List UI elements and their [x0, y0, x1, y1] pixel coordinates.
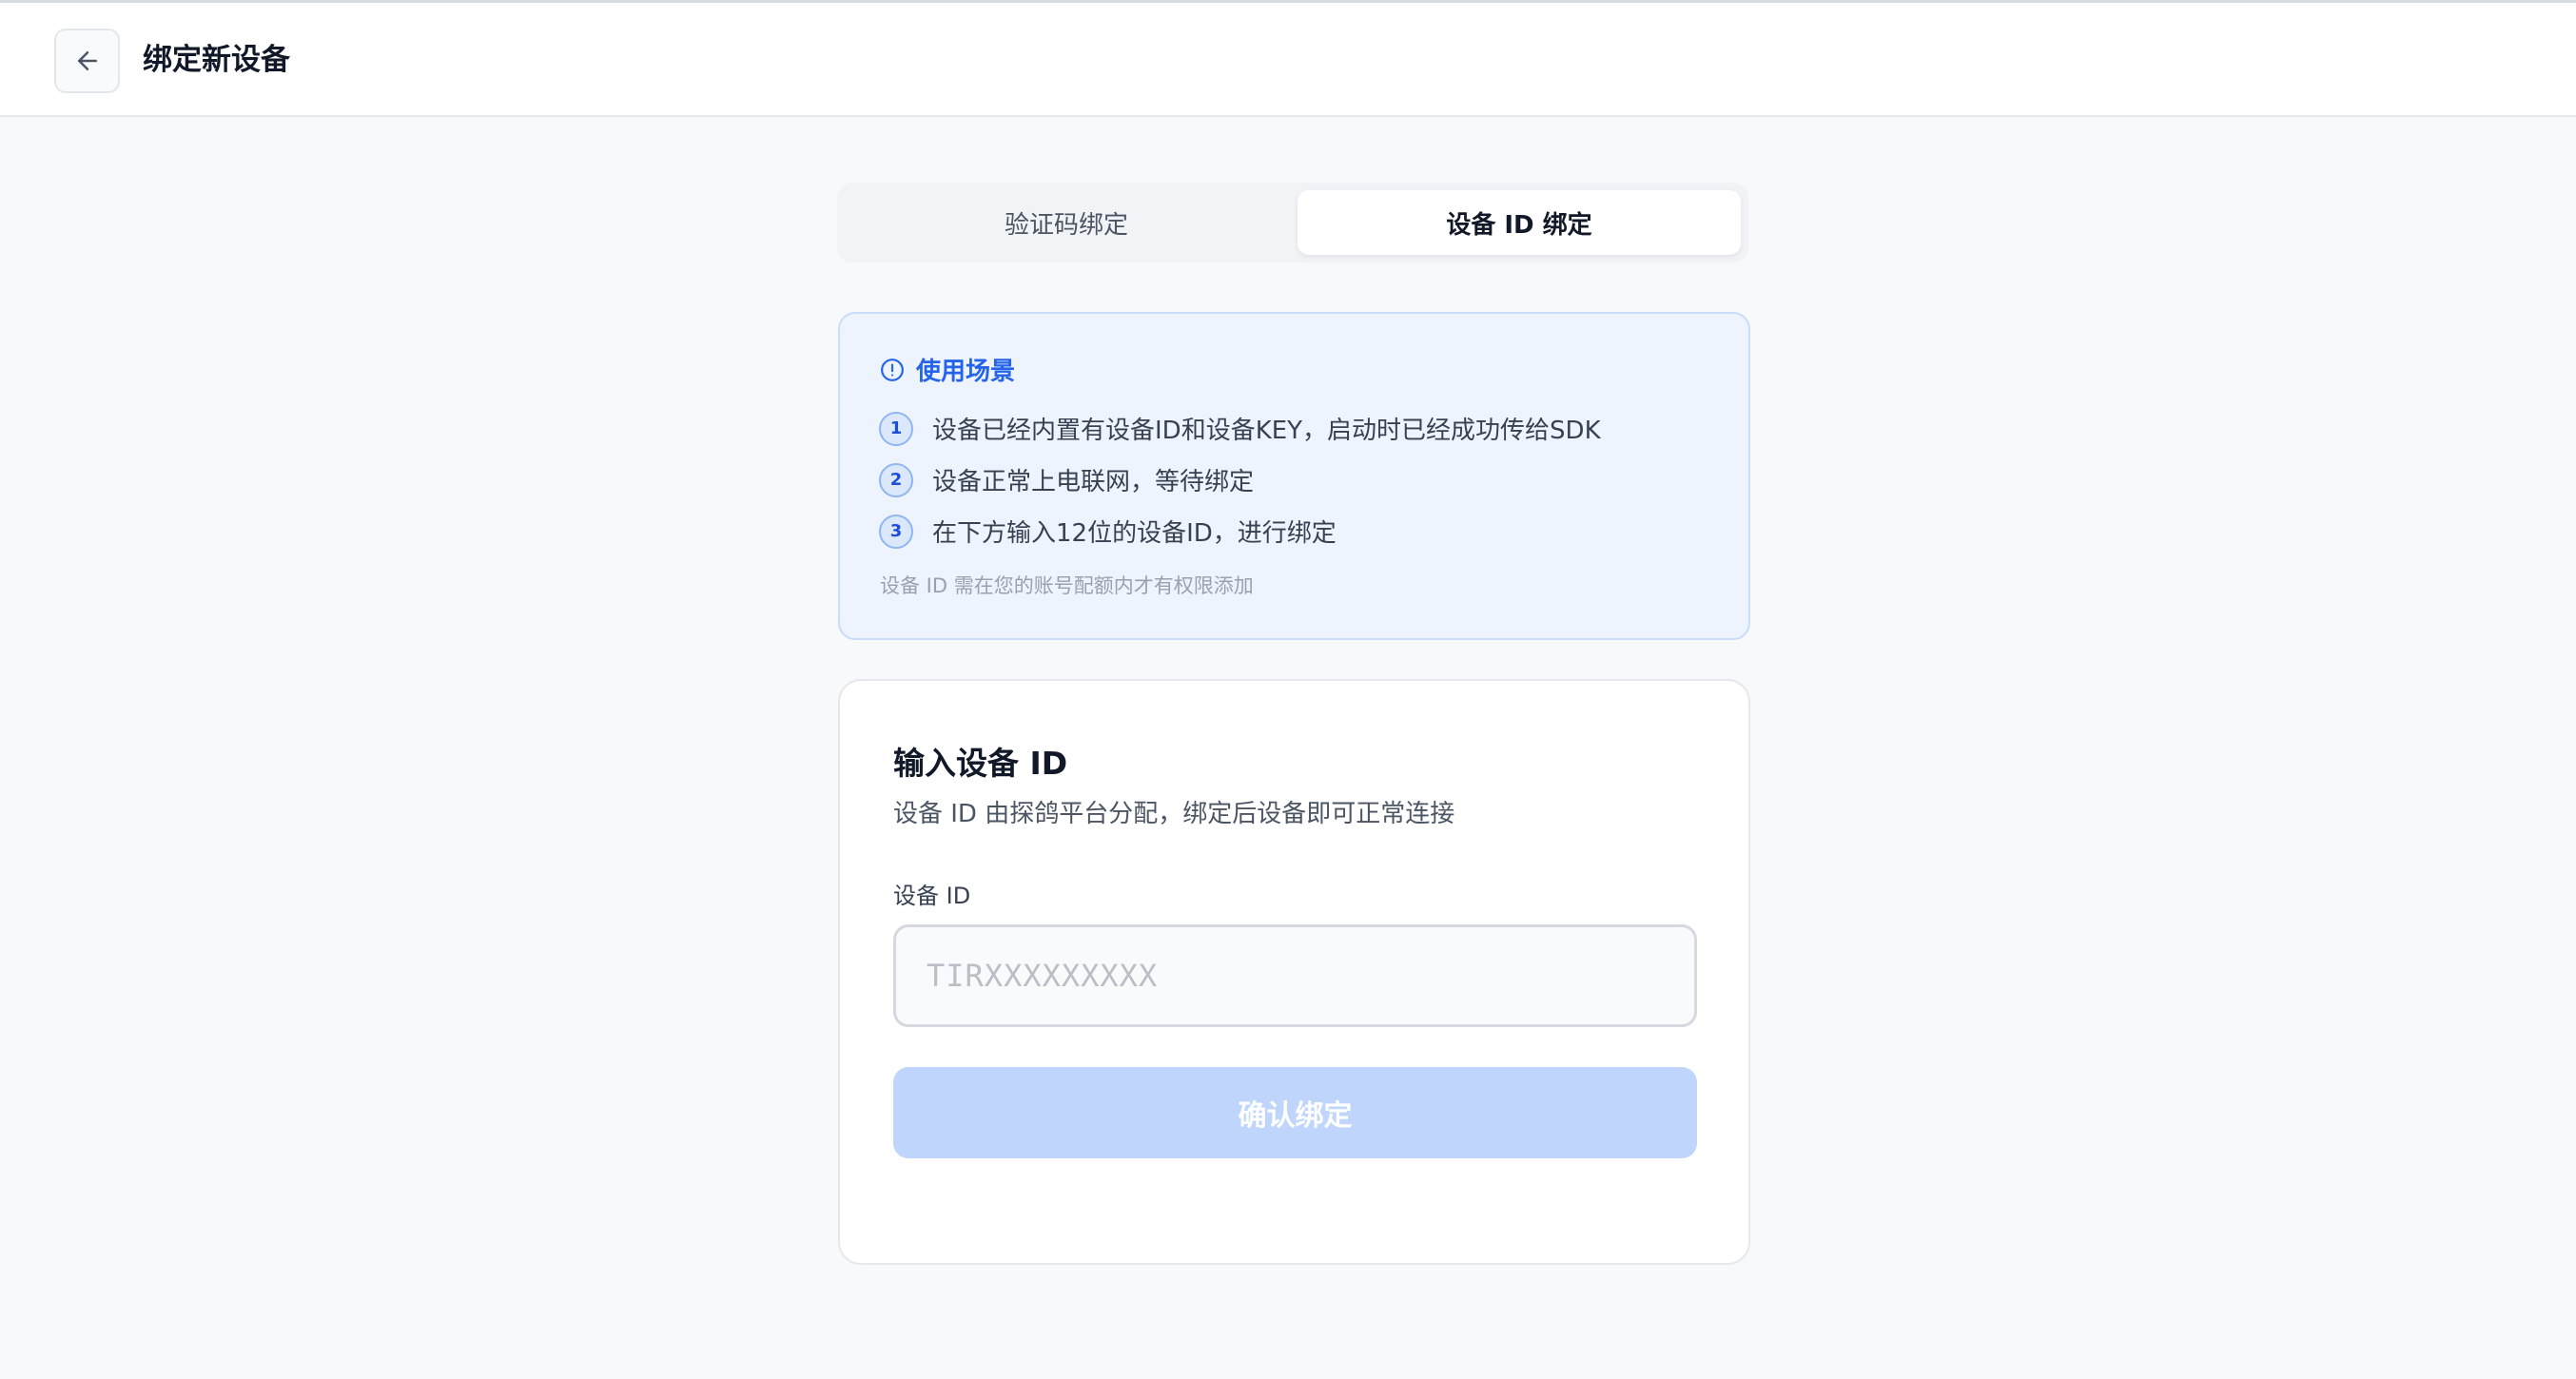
device-id-label: 设备 ID	[893, 883, 971, 909]
scenario-step: 3 在下方输入12位的设备ID，进行绑定	[879, 514, 1337, 549]
tab-verification-code[interactable]: 验证码绑定	[845, 190, 1288, 255]
scenario-step: 2 设备正常上电联网，等待绑定	[879, 462, 1254, 497]
quota-note: 设备 ID 需在您的账号配额内才有权限添加	[880, 574, 1254, 597]
tab-device-id[interactable]: 设备 ID 绑定	[1298, 190, 1741, 255]
info-circle-icon	[881, 358, 904, 381]
confirm-bind-button[interactable]: 确认绑定	[893, 1067, 1697, 1158]
step-number: 1	[879, 411, 913, 446]
form-title: 输入设备 ID	[893, 745, 1068, 782]
step-number: 2	[879, 462, 913, 497]
arrow-left-icon	[77, 51, 97, 70]
device-id-input[interactable]	[893, 924, 1697, 1027]
device-id-form-card: 输入设备 ID 设备 ID 由探鸽平台分配，绑定后设备即可正常连接 设备 ID …	[838, 679, 1750, 1265]
bind-method-tabs: 验证码绑定 设备 ID 绑定	[837, 183, 1748, 262]
form-subtitle: 设备 ID 由探鸽平台分配，绑定后设备即可正常连接	[893, 800, 1455, 828]
step-text: 在下方输入12位的设备ID，进行绑定	[932, 519, 1337, 548]
usage-scenario-title: 使用场景	[916, 358, 1016, 386]
step-text: 设备正常上电联网，等待绑定	[932, 468, 1255, 496]
scenario-step: 1 设备已经内置有设备ID和设备KEY，启动时已经成功传给SDK	[879, 411, 1601, 446]
step-number: 3	[879, 514, 913, 549]
usage-scenario-card: 使用场景 1 设备已经内置有设备ID和设备KEY，启动时已经成功传给SDK 2 …	[838, 312, 1750, 640]
step-text: 设备已经内置有设备ID和设备KEY，启动时已经成功传给SDK	[932, 417, 1601, 445]
back-button[interactable]	[54, 29, 120, 93]
usage-scenario-heading: 使用场景	[880, 352, 1015, 387]
page-title: 绑定新设备	[143, 43, 290, 77]
page-header: 绑定新设备	[0, 3, 2576, 117]
